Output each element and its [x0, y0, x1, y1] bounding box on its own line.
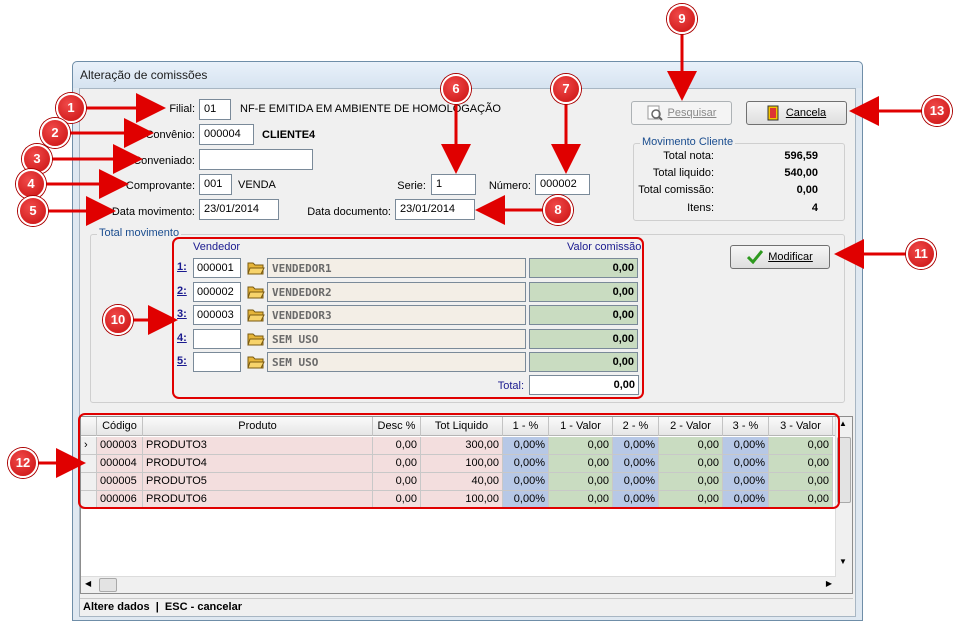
- callout-badge: 5: [18, 196, 48, 226]
- highlight-box-vendedores: [172, 237, 644, 399]
- callout-badge: 9: [667, 4, 697, 34]
- callout-badge: 10: [103, 305, 133, 335]
- callout-badge: 11: [906, 239, 936, 269]
- callout-badge: 12: [8, 448, 38, 478]
- annotation-arrows: [38, 34, 923, 509]
- callout-badge: 7: [551, 74, 581, 104]
- callout-badge: 4: [16, 169, 46, 199]
- callout-badge: 2: [40, 118, 70, 148]
- callout-badge: 13: [922, 96, 952, 126]
- callout-badge: 6: [441, 74, 471, 104]
- highlight-box-grid: [78, 413, 840, 509]
- callout-badge: 8: [543, 195, 573, 225]
